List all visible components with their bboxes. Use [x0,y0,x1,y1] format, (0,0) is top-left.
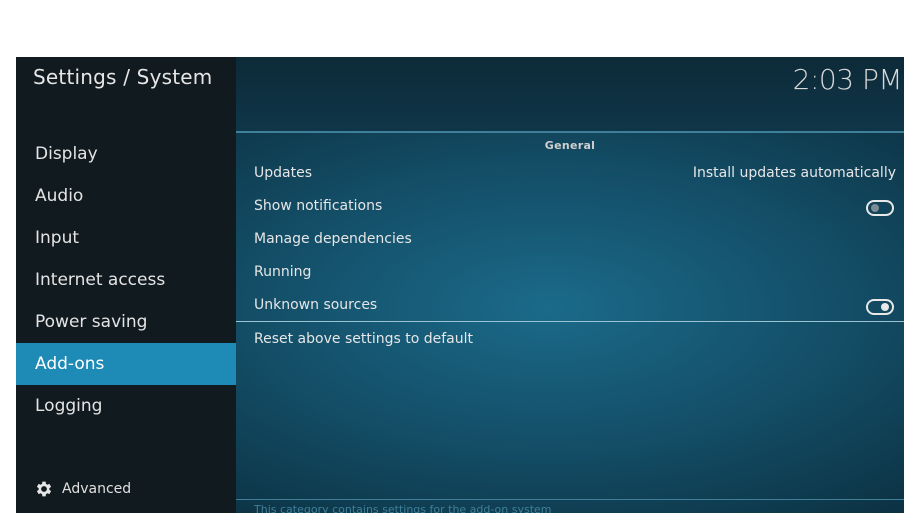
divider [236,499,904,500]
sidebar-menu: Display Audio Input Internet access Powe… [16,133,236,427]
sidebar-item-power-saving[interactable]: Power saving [16,301,236,343]
setting-running[interactable]: Running [254,256,896,289]
clock: 2:03 PM [792,63,903,96]
setting-label: Running [254,264,312,280]
page-title: Settings / System [33,65,213,89]
top-divider [236,131,904,133]
setting-show-notifications[interactable]: Show notifications [254,190,896,223]
setting-manage-dependencies[interactable]: Manage dependencies [254,223,896,256]
sidebar-item-display[interactable]: Display [16,133,236,175]
settings-list: Updates Install updates automatically Sh… [254,157,896,322]
toggle-knob [881,303,889,311]
setting-label: Updates [254,165,312,181]
setting-value: Install updates automatically [692,165,896,181]
setting-unknown-sources[interactable]: Unknown sources [254,289,896,322]
advanced-level-button[interactable]: Advanced [34,479,131,499]
toggle-switch-icon[interactable] [866,299,894,315]
setting-label: Unknown sources [254,297,378,313]
advanced-label: Advanced [62,481,132,497]
sidebar-item-logging[interactable]: Logging [16,385,236,427]
sidebar-item-audio[interactable]: Audio [16,175,236,217]
sidebar-item-input[interactable]: Input [16,217,236,259]
toggle-knob [871,204,879,212]
toggle-switch-icon[interactable] [866,200,894,216]
sidebar: Settings / System Display Audio Input In… [16,57,236,513]
gear-icon [36,481,52,497]
reset-settings-button[interactable]: Reset above settings to default [254,325,473,353]
setting-updates[interactable]: Updates Install updates automatically [254,157,896,190]
top-bar: 2:03 PM [236,57,904,131]
category-description: This category contains settings for the … [254,503,552,513]
divider [236,321,904,322]
sidebar-item-add-ons[interactable]: Add-ons [16,343,236,385]
kodi-settings-screen: Settings / System Display Audio Input In… [16,57,904,513]
setting-label: Manage dependencies [254,231,412,247]
settings-group-label: General [544,139,596,152]
sidebar-item-internet-access[interactable]: Internet access [16,259,236,301]
setting-label: Show notifications [254,198,383,214]
